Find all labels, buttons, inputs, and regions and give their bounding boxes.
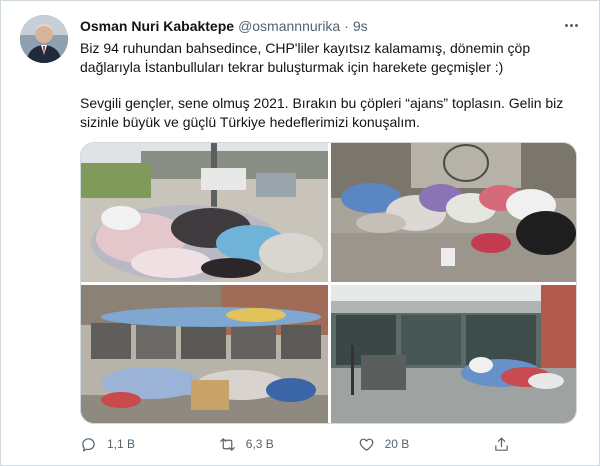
share-icon xyxy=(495,437,508,451)
author-name[interactable]: Osman Nuri Kabaktepe xyxy=(80,18,234,34)
like-button[interactable]: 20 B xyxy=(358,436,410,453)
tweet-header: Osman Nuri Kabaktepe @osmannnurika · 9s xyxy=(80,16,368,36)
media-grid xyxy=(80,142,577,424)
tweet-paragraph-2: Sevgili gençler, sene olmuş 2021. Bırakı… xyxy=(80,95,564,130)
author-handle[interactable]: @osmannnurika xyxy=(238,18,340,34)
share-button[interactable] xyxy=(493,436,510,453)
tweet-paragraph-1: Biz 94 ruhundan bahsedince, CHP'liler ka… xyxy=(80,40,531,75)
garbage-wall-photo[interactable] xyxy=(331,143,576,282)
more-options-icon[interactable] xyxy=(561,17,581,33)
heart-icon xyxy=(359,438,373,451)
avatar[interactable] xyxy=(20,15,68,63)
like-count: 20 B xyxy=(384,437,410,451)
garbage-storefront-photo[interactable] xyxy=(331,285,576,423)
avatar-portrait xyxy=(20,15,68,63)
retweet-icon xyxy=(219,437,235,451)
retweet-count: 6,3 B xyxy=(245,437,274,451)
separator-dot: · xyxy=(344,18,349,34)
tweet-time[interactable]: 9s xyxy=(353,18,368,34)
reply-button[interactable]: 1,1 B xyxy=(80,436,135,453)
garbage-containers-photo[interactable] xyxy=(81,285,328,423)
tweet-card: Osman Nuri Kabaktepe @osmannnurika · 9s … xyxy=(0,0,600,466)
reply-count: 1,1 B xyxy=(107,437,136,451)
garbage-street-photo[interactable] xyxy=(81,143,328,282)
reply-icon xyxy=(82,437,95,451)
tweet-text: Biz 94 ruhundan bahsedince, CHP'liler ka… xyxy=(80,39,570,131)
retweet-button[interactable]: 6,3 B xyxy=(219,436,274,453)
tweet-actions: 1,1 B 6,3 B 20 B xyxy=(80,433,510,455)
